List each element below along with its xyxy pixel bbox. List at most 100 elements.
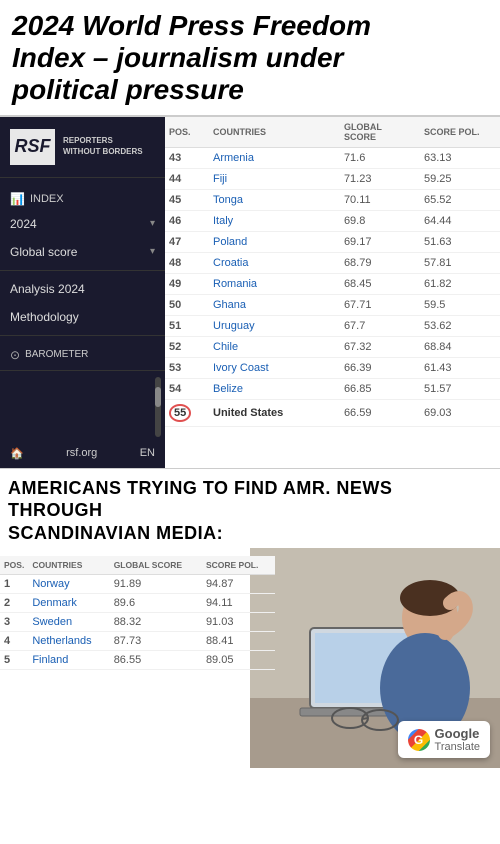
- pos-cell: 46: [165, 210, 209, 231]
- caption-line1: AMERICANS TRYING TO FIND AMR. NEWS THROU…: [8, 477, 492, 522]
- country-cell: Chile: [209, 336, 340, 357]
- pos-cell: 45: [165, 189, 209, 210]
- sidebar-analysis-item[interactable]: Analysis 2024: [0, 275, 165, 303]
- country-cell: Croatia: [209, 252, 340, 273]
- highlighted-row: 55 United States 66.59 69.03: [165, 399, 500, 426]
- score-pol-cell: 64.44: [420, 210, 500, 231]
- chart-icon: 📊: [10, 192, 25, 206]
- sidebar-divider-4: [0, 370, 165, 371]
- sidebar-global-score: Global score: [10, 245, 77, 259]
- global-score-cell: 67.32: [340, 336, 420, 357]
- sidebar-divider-1: [0, 177, 165, 178]
- title-line1: 2024 World Press Freedom: [12, 10, 371, 41]
- google-label: Google: [435, 726, 480, 741]
- table-header-row: POS. COUNTRIES GLOBAL SCORE SCORE POL.: [165, 117, 500, 148]
- sidebar-language: EN: [140, 447, 155, 459]
- bottom-header-row: POS. COUNTRIES GLOBAL SCORE SCORE POL.: [0, 556, 275, 575]
- sidebar-year: 2024: [10, 217, 37, 231]
- bottom-header-score-pol: SCORE POL.: [202, 556, 275, 575]
- global-score-cell: 66.59: [340, 399, 420, 426]
- table-row: 47 Poland 69.17 51.63: [165, 231, 500, 252]
- bottom-header-countries: COUNTRIES: [28, 556, 109, 575]
- table-row: 50 Ghana 67.71 59.5: [165, 294, 500, 315]
- pos-cell: 49: [165, 273, 209, 294]
- pos-cell: 1: [0, 575, 28, 594]
- rsf-tagline: REPORTERSWITHOUT BORDERS: [63, 136, 143, 157]
- pos-cell: 4: [0, 632, 28, 651]
- global-score-cell: 67.7: [340, 315, 420, 336]
- sidebar-global-score-item[interactable]: Global score ▾: [0, 238, 165, 266]
- score-pol-cell: 89.05: [202, 651, 275, 670]
- list-item: 2 Denmark 89.6 94.11: [0, 594, 275, 613]
- pos-cell: 55: [165, 399, 209, 426]
- country-cell: Belize: [209, 378, 340, 399]
- table-row: 53 Ivory Coast 66.39 61.43: [165, 357, 500, 378]
- sidebar-scroll: [0, 375, 165, 439]
- pos-cell: 44: [165, 168, 209, 189]
- global-score-cell: 70.11: [340, 189, 420, 210]
- header-pos: POS.: [165, 117, 209, 148]
- score-pol-cell: 94.11: [202, 594, 275, 613]
- country-cell: Armenia: [209, 147, 340, 168]
- score-pol-cell: 88.41: [202, 632, 275, 651]
- scroll-bar: [155, 377, 161, 437]
- home-icon: 🏠: [10, 447, 24, 460]
- pos-cell: 54: [165, 378, 209, 399]
- rsf-logo-box: RSF: [10, 129, 55, 165]
- country-cell: Sweden: [28, 613, 109, 632]
- bottom-header-global-score: GLOBAL SCORE: [110, 556, 202, 575]
- global-score-cell: 68.79: [340, 252, 420, 273]
- bottom-section: POS. COUNTRIES GLOBAL SCORE SCORE POL. 1…: [0, 548, 500, 768]
- country-cell: Netherlands: [28, 632, 109, 651]
- sidebar-website: rsf.org: [66, 447, 97, 459]
- score-pol-cell: 59.5: [420, 294, 500, 315]
- title-bold: journalism under: [116, 42, 343, 73]
- title-line2: Index –: [12, 42, 116, 73]
- sidebar-index-label: INDEX: [30, 193, 64, 205]
- country-cell: Finland: [28, 651, 109, 670]
- score-pol-cell: 59.25: [420, 168, 500, 189]
- table-row: 48 Croatia 68.79 57.81: [165, 252, 500, 273]
- country-cell: Norway: [28, 575, 109, 594]
- header-countries: COUNTRIES: [209, 117, 340, 148]
- country-cell: Denmark: [28, 594, 109, 613]
- country-cell: Romania: [209, 273, 340, 294]
- sidebar-methodology: Methodology: [10, 310, 79, 324]
- global-score-cell: 91.89: [110, 575, 202, 594]
- score-pol-cell: 53.62: [420, 315, 500, 336]
- watermark-text: imgflip.com: [6, 754, 52, 764]
- score-pol-cell: 51.63: [420, 231, 500, 252]
- sidebar-barometer-section: ⊙ BAROMETER: [0, 340, 165, 366]
- list-item: 3 Sweden 88.32 91.03: [0, 613, 275, 632]
- table-row: 45 Tonga 70.11 65.52: [165, 189, 500, 210]
- global-score-cell: 87.73: [110, 632, 202, 651]
- table-row: 51 Uruguay 67.7 53.62: [165, 315, 500, 336]
- sidebar-barometer: BAROMETER: [25, 349, 88, 360]
- sidebar-divider-2: [0, 270, 165, 271]
- sidebar-rsf-link[interactable]: 🏠 rsf.org EN: [0, 439, 165, 468]
- header-score-pol: SCORE POL.: [420, 117, 500, 148]
- sidebar-divider-3: [0, 335, 165, 336]
- score-pol-cell: 57.81: [420, 252, 500, 273]
- sidebar-analysis: Analysis 2024: [10, 282, 85, 296]
- sidebar-year-arrow: ▾: [150, 218, 155, 229]
- title-section: 2024 World Press Freedom Index – journal…: [0, 0, 500, 115]
- pos-cell: 2: [0, 594, 28, 613]
- score-pol-cell: 51.57: [420, 378, 500, 399]
- bottom-table-area: POS. COUNTRIES GLOBAL SCORE SCORE POL. 1…: [0, 548, 275, 768]
- rsf-ranking-table: POS. COUNTRIES GLOBAL SCORE SCORE POL. 4…: [165, 117, 500, 427]
- sidebar-methodology-item[interactable]: Methodology: [0, 303, 165, 331]
- scandinavian-ranking-table: POS. COUNTRIES GLOBAL SCORE SCORE POL. 1…: [0, 556, 275, 670]
- sidebar-year-item[interactable]: 2024 ▾: [0, 210, 165, 238]
- global-score-cell: 69.17: [340, 231, 420, 252]
- country-cell: Italy: [209, 210, 340, 231]
- global-score-cell: 88.32: [110, 613, 202, 632]
- country-cell: United States: [209, 399, 340, 426]
- country-cell: Uruguay: [209, 315, 340, 336]
- table-row: 52 Chile 67.32 68.84: [165, 336, 500, 357]
- global-score-cell: 68.45: [340, 273, 420, 294]
- bottom-header-pos: POS.: [0, 556, 28, 575]
- rsf-logo: RSF REPORTERSWITHOUT BORDERS: [0, 117, 165, 173]
- sidebar-index-section: 📊 INDEX: [0, 182, 165, 210]
- title-text: 2024 World Press Freedom Index – journal…: [12, 10, 488, 107]
